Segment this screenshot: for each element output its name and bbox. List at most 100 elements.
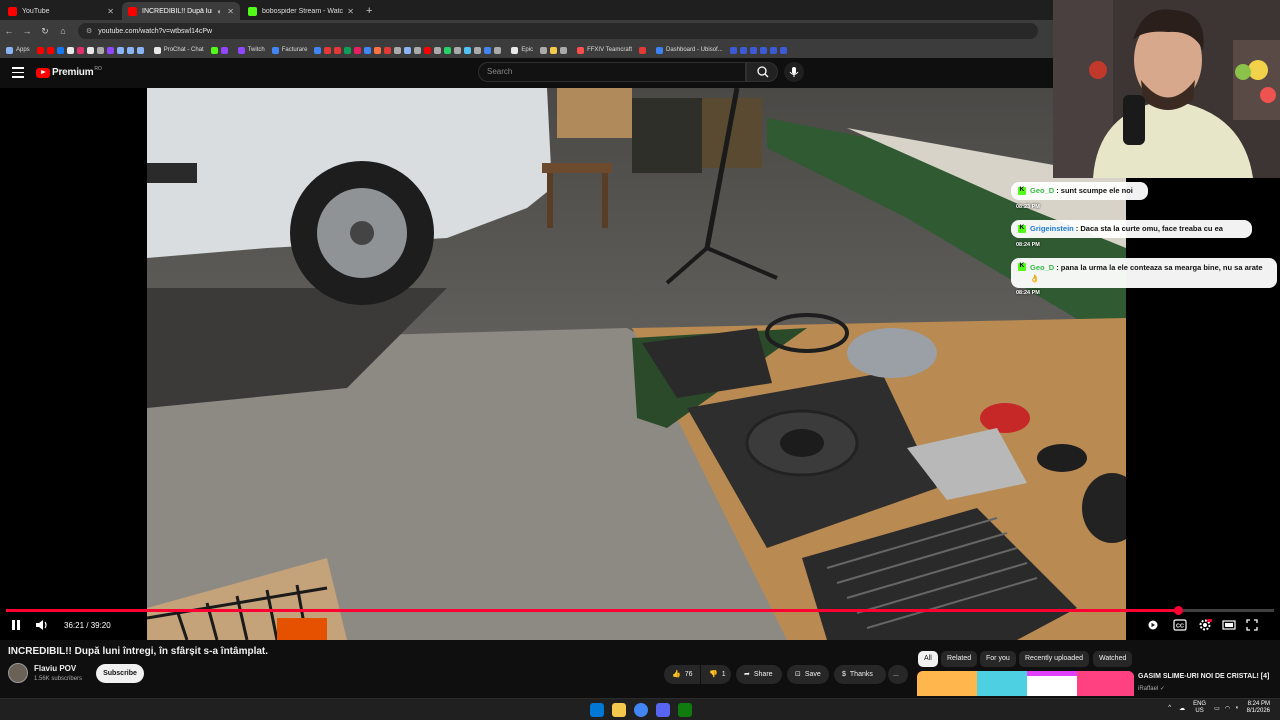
bookmark-icon[interactable]	[494, 46, 502, 54]
bookmark-icon[interactable]	[749, 46, 757, 54]
subscribe-button[interactable]: Subscribe	[96, 664, 144, 683]
channel-name[interactable]: Flaviu POV	[34, 664, 76, 673]
forward-icon[interactable]: →	[18, 26, 36, 36]
display-icon[interactable]: ▭	[1214, 705, 1220, 712]
bookmark-icon[interactable]	[779, 46, 787, 54]
volume-icon[interactable]	[34, 618, 50, 632]
bookmark-icon[interactable]	[484, 46, 492, 54]
bookmark-icon[interactable]	[116, 46, 124, 54]
bookmark-apps[interactable]: Apps	[6, 46, 30, 54]
url-field[interactable]: ⚙ youtube.com/watch?v=wtbswl14cPw	[78, 23, 1038, 39]
bookmark-icon[interactable]	[454, 46, 462, 54]
xbox-icon[interactable]	[678, 703, 692, 717]
bookmark-facturare[interactable]: Facturare	[271, 46, 307, 54]
more-actions-button[interactable]: ...	[888, 665, 908, 684]
autoplay-toggle-icon[interactable]	[1147, 619, 1159, 631]
progress-scrubber-handle[interactable]	[1174, 606, 1183, 615]
bookmark-ffxiv-teamcraft[interactable]: FFXIV Teamcraft	[577, 46, 632, 54]
settings-gear-icon[interactable]	[1198, 618, 1212, 632]
bookmark-icon[interactable]	[560, 46, 568, 54]
chip-watched[interactable]: Watched	[1093, 651, 1133, 667]
site-info-icon[interactable]: ⚙	[86, 27, 92, 35]
network-icon[interactable]: ☁	[1179, 705, 1185, 712]
home-icon[interactable]: ⌂	[54, 26, 72, 36]
search-button[interactable]	[746, 62, 778, 82]
bookmark-icon[interactable]	[729, 46, 737, 54]
chip-all[interactable]: All	[918, 651, 938, 667]
bookmark-icon[interactable]	[424, 46, 432, 54]
bookmark-icon[interactable]	[550, 46, 558, 54]
bookmark-icon[interactable]	[126, 46, 134, 54]
bookmark-icon[interactable]	[444, 46, 452, 54]
bookmark-icon[interactable]	[364, 46, 372, 54]
tab-kick-stream[interactable]: bobospider Stream - Watch Li... ✕	[242, 2, 360, 20]
bookmark-epic[interactable]: Epic	[511, 46, 533, 54]
tab-youtube[interactable]: YouTube ✕	[2, 2, 120, 20]
speaker-icon[interactable]: ◖	[1235, 705, 1239, 711]
close-tab-icon[interactable]: ✕	[347, 7, 354, 16]
close-tab-icon[interactable]: ✕	[227, 7, 234, 16]
facebook-bookmark-icon[interactable]	[56, 46, 64, 54]
bookmark-icon[interactable]	[136, 46, 144, 54]
bookmark-twitch[interactable]: Twitch	[237, 46, 265, 54]
audio-icon[interactable]: ◖	[216, 7, 221, 16]
clock[interactable]: 8:24 PM 8/1/2026	[1247, 701, 1270, 715]
channel-avatar[interactable]	[8, 663, 28, 683]
close-tab-icon[interactable]: ✕	[107, 7, 114, 16]
recommended-thumbnail[interactable]	[917, 671, 1134, 696]
bookmark-icon[interactable]	[314, 46, 322, 54]
bookmark-icon[interactable]	[739, 46, 747, 54]
share-button[interactable]: ➦ Share	[736, 665, 782, 684]
bookmark-icon[interactable]	[404, 46, 412, 54]
back-icon[interactable]: ←	[0, 26, 18, 36]
recommended-video-title[interactable]: GASIM SLIME-URI NOI DE CRISTAL! [4]	[1138, 673, 1269, 680]
bookmark-icon[interactable]	[384, 46, 392, 54]
tab-current-video[interactable]: INCREDIBIL!! După luni într... ◖ ✕	[122, 2, 240, 20]
wifi-icon[interactable]: ◠	[1225, 705, 1230, 712]
youtube-bookmark-icon[interactable]	[36, 46, 44, 54]
language-indicator[interactable]: ENG US	[1193, 701, 1206, 715]
bookmark-prochat[interactable]: ProChat - Chat	[153, 46, 204, 54]
bookmark-icon[interactable]	[86, 46, 94, 54]
save-button[interactable]: ⊡ Save	[787, 665, 829, 684]
thanks-button[interactable]: $ Thanks	[834, 665, 886, 684]
dislike-button[interactable]: 👎 1	[701, 665, 731, 684]
hamburger-menu-icon[interactable]	[12, 67, 24, 78]
windows-start-icon[interactable]	[590, 703, 604, 717]
pause-icon[interactable]	[10, 618, 22, 632]
bookmark-icon[interactable]	[434, 46, 442, 54]
bookmark-icon[interactable]	[769, 46, 777, 54]
bookmark-ubisoft-dashboard[interactable]: Dashboard - Ubisof...	[656, 46, 723, 54]
chrome-icon[interactable]	[634, 703, 648, 717]
chip-related[interactable]: Related	[941, 651, 978, 667]
chevron-up-icon[interactable]: ^	[1168, 705, 1171, 711]
bookmark-icon[interactable]	[464, 46, 472, 54]
instagram-bookmark-icon[interactable]	[76, 46, 84, 54]
bookmark-icon[interactable]	[374, 46, 382, 54]
bookmark-icon[interactable]	[540, 46, 548, 54]
new-tab-button[interactable]: +	[366, 2, 372, 20]
bookmark-icon[interactable]	[354, 46, 362, 54]
bookmark-icon[interactable]	[414, 46, 422, 54]
theater-mode-icon[interactable]	[1222, 619, 1236, 631]
fullscreen-icon[interactable]	[1246, 619, 1258, 631]
bookmark-icon[interactable]	[639, 46, 646, 54]
x-bookmark-icon[interactable]	[66, 46, 74, 54]
reload-icon[interactable]: ↻	[36, 26, 54, 37]
youtube-bookmark-icon[interactable]	[46, 46, 54, 54]
bookmark-icon[interactable]	[96, 46, 104, 54]
bookmark-icon[interactable]	[334, 46, 342, 54]
bookmark-icon[interactable]	[394, 46, 402, 54]
discord-icon[interactable]	[656, 703, 670, 717]
video-frame[interactable]	[147, 88, 1126, 640]
bookmark-icon[interactable]	[344, 46, 352, 54]
bookmark-icon[interactable]	[474, 46, 482, 54]
file-explorer-icon[interactable]	[612, 703, 626, 717]
bookmark-icon[interactable]	[220, 46, 228, 54]
chip-for-you[interactable]: For you	[980, 651, 1016, 667]
subtitles-icon[interactable]: CC	[1173, 619, 1187, 631]
kick-bookmark-icon[interactable]	[210, 46, 218, 54]
bookmark-icon[interactable]	[106, 46, 114, 54]
chip-recently-uploaded[interactable]: Recently uploaded	[1019, 651, 1089, 667]
search-input[interactable]: Search	[478, 62, 746, 82]
